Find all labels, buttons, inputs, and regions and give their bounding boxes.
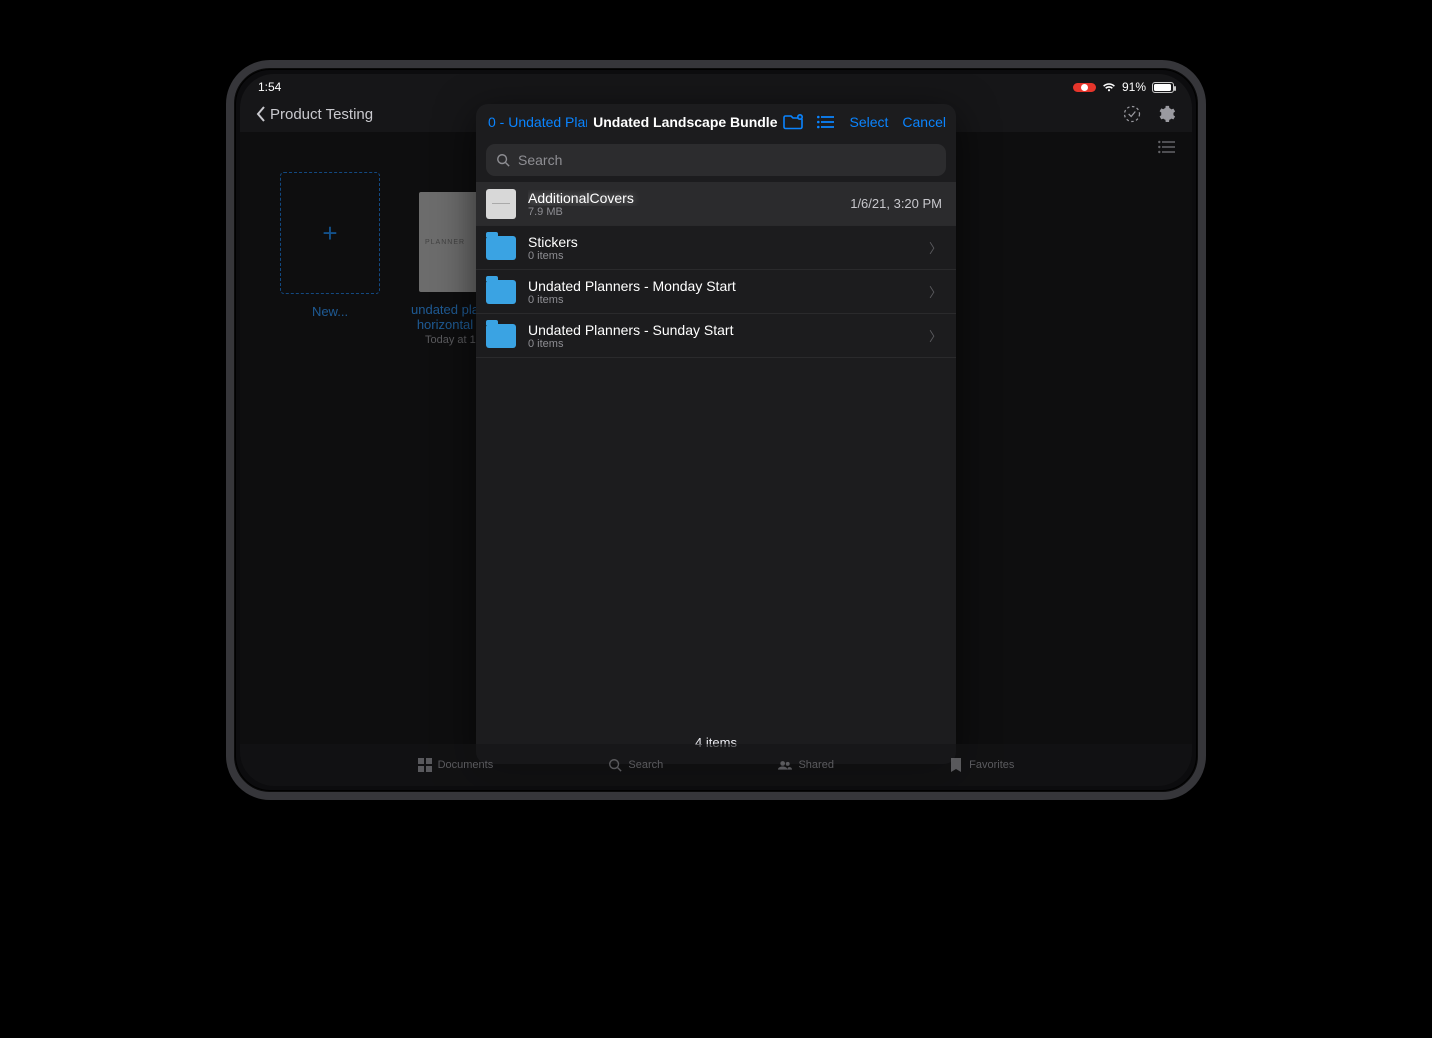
modal-back-button[interactable]: 0 - Undated Planners bbox=[486, 114, 587, 130]
list-item[interactable]: Stickers 0 items 〉 bbox=[476, 226, 956, 270]
people-icon bbox=[778, 758, 792, 772]
search-icon bbox=[496, 153, 510, 167]
tab-label: Search bbox=[628, 759, 663, 771]
file-list: AdditionalCovers 7.9 MB 1/6/21, 3:20 PM … bbox=[476, 182, 956, 723]
modal-header: 0 - Undated Planners Undated Landscape B… bbox=[476, 104, 956, 140]
screen-recording-indicator[interactable] bbox=[1073, 83, 1096, 92]
back-label: Product Testing bbox=[270, 106, 373, 123]
list-item-title: Stickers bbox=[528, 234, 911, 250]
search-icon bbox=[608, 758, 622, 772]
list-item[interactable]: Undated Planners - Monday Start 0 items … bbox=[476, 270, 956, 314]
ipad-device-frame: 1:54 91% Product Testing bbox=[226, 60, 1206, 800]
list-item[interactable]: Undated Planners - Sunday Start 0 items … bbox=[476, 314, 956, 358]
list-item-subtitle: 0 items bbox=[528, 294, 911, 306]
list-item-meta: 1/6/21, 3:20 PM bbox=[850, 196, 942, 211]
tab-label: Documents bbox=[438, 759, 494, 771]
list-item-subtitle: 0 items bbox=[528, 250, 911, 262]
battery-percent: 91% bbox=[1122, 80, 1146, 94]
gear-icon[interactable] bbox=[1156, 104, 1176, 124]
grid-icon bbox=[418, 758, 432, 772]
tab-bar: Documents Search Shared Favorites bbox=[240, 744, 1192, 786]
battery-icon bbox=[1152, 82, 1174, 93]
chevron-right-icon: 〉 bbox=[929, 238, 942, 257]
list-item-subtitle: 0 items bbox=[528, 338, 911, 350]
tab-search[interactable]: Search bbox=[608, 758, 663, 772]
search-placeholder: Search bbox=[518, 152, 562, 168]
list-item-title: Undated Planners - Monday Start bbox=[528, 278, 911, 294]
folder-icon bbox=[486, 236, 516, 260]
modal-title: Undated Landscape Bundle bbox=[593, 114, 777, 130]
tab-label: Shared bbox=[798, 759, 833, 771]
list-item-title: Undated Planners - Sunday Start bbox=[528, 322, 911, 338]
list-item-title: AdditionalCovers bbox=[528, 190, 838, 206]
new-folder-icon[interactable] bbox=[783, 114, 803, 130]
chevron-right-icon: 〉 bbox=[929, 282, 942, 301]
tab-label: Favorites bbox=[969, 759, 1014, 771]
select-button[interactable]: Select bbox=[849, 114, 888, 130]
list-view-icon[interactable] bbox=[817, 115, 835, 129]
tab-documents[interactable]: Documents bbox=[418, 758, 494, 772]
checkmark-circle-icon[interactable] bbox=[1122, 104, 1142, 124]
wifi-icon bbox=[1102, 82, 1116, 92]
cancel-button[interactable]: Cancel bbox=[902, 114, 946, 130]
search-input[interactable]: Search bbox=[486, 144, 946, 176]
status-bar: 1:54 91% bbox=[240, 74, 1192, 96]
list-item-subtitle: 7.9 MB bbox=[528, 206, 838, 218]
tab-shared[interactable]: Shared bbox=[778, 758, 833, 772]
status-time: 1:54 bbox=[258, 80, 281, 94]
tab-favorites[interactable]: Favorites bbox=[949, 758, 1014, 772]
chevron-left-icon bbox=[256, 106, 266, 122]
folder-icon bbox=[486, 280, 516, 304]
back-button[interactable]: Product Testing bbox=[256, 106, 373, 123]
screen: 1:54 91% Product Testing bbox=[240, 74, 1192, 786]
file-icon bbox=[486, 189, 516, 219]
file-picker-modal: 0 - Undated Planners Undated Landscape B… bbox=[476, 104, 956, 764]
bookmark-icon bbox=[949, 758, 963, 772]
chevron-right-icon: 〉 bbox=[929, 326, 942, 345]
list-item[interactable]: AdditionalCovers 7.9 MB 1/6/21, 3:20 PM bbox=[476, 182, 956, 226]
modal-back-label: 0 - Undated Planners bbox=[488, 114, 587, 130]
folder-icon bbox=[486, 324, 516, 348]
